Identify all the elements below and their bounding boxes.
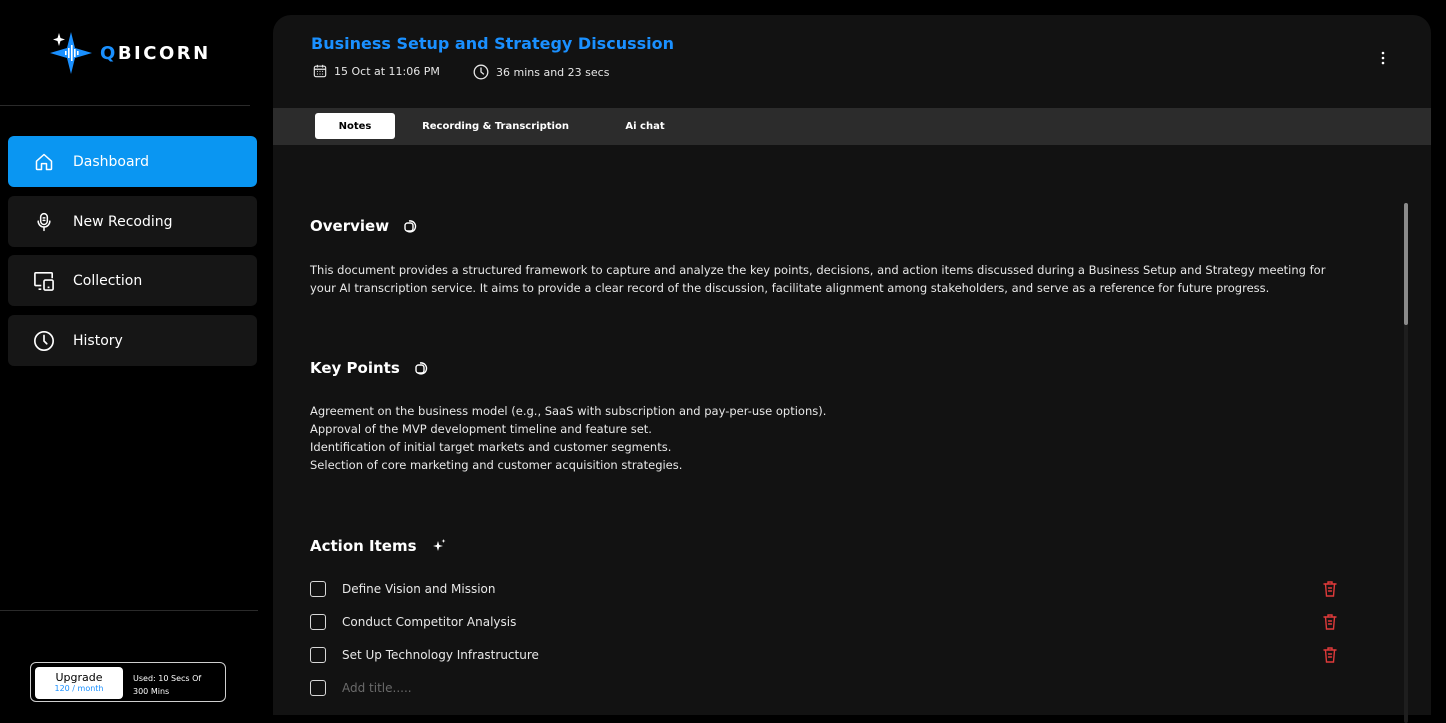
trash-icon[interactable] [1322, 613, 1338, 631]
brand-logo[interactable]: QBICORN [48, 30, 211, 76]
copy-icon[interactable] [414, 359, 432, 377]
scrollbar-thumb[interactable] [1404, 203, 1408, 325]
copy-icon[interactable] [403, 217, 421, 235]
add-action-item-checkbox[interactable] [310, 680, 326, 696]
meeting-duration-text: 36 mins and 23 secs [496, 65, 610, 79]
list-item: Approval of the MVP development timeline… [310, 422, 652, 436]
list-item: Selection of core marketing and customer… [310, 458, 683, 472]
clock-icon [473, 64, 489, 80]
home-icon [32, 150, 56, 174]
add-action-item-row [310, 678, 1340, 698]
trash-icon[interactable] [1322, 580, 1338, 598]
sparkle-logo-icon [50, 32, 92, 74]
sidebar-item-collection[interactable]: Collection [8, 255, 257, 306]
clock-icon [32, 329, 56, 353]
sidebar-item-new-recording[interactable]: New Recoding [8, 196, 257, 247]
action-item-checkbox[interactable] [310, 614, 326, 630]
sidebar-item-dashboard[interactable]: Dashboard [8, 136, 257, 187]
usage-text: Used: 10 Secs Of 300 Mins [133, 667, 201, 698]
action-item-row: Define Vision and Mission [310, 579, 1340, 599]
overview-title: Overview [310, 217, 390, 235]
tab-recording-transcription[interactable]: Recording & Transcription [413, 113, 578, 139]
sidebar-item-label: Dashboard [73, 153, 149, 170]
action-item-checkbox[interactable] [310, 647, 326, 663]
brand-name: QBICORN [100, 43, 211, 64]
action-item-label: Conduct Competitor Analysis [342, 615, 517, 629]
meeting-title: Business Setup and Strategy Discussion [311, 34, 674, 53]
list-item: Agreement on the business model (e.g., S… [310, 404, 827, 418]
upgrade-label: Upgrade [55, 671, 103, 684]
meeting-date: 15 Oct at 11:06 PM [313, 64, 440, 78]
usage-line: 300 Mins [133, 687, 170, 696]
upgrade-button[interactable]: Upgrade 120 / month [35, 667, 123, 699]
tab-notes[interactable]: Notes [315, 113, 395, 139]
more-options-icon[interactable] [1375, 49, 1391, 67]
overview-text: This document provides a structured fram… [310, 263, 1326, 295]
upgrade-price: 120 / month [54, 684, 104, 693]
usage-line: Used: 10 Secs Of [133, 674, 202, 683]
meeting-panel: Business Setup and Strategy Discussion 1… [273, 15, 1431, 723]
microphone-icon [32, 210, 56, 234]
sidebar-divider [0, 610, 258, 611]
tab-bar: Notes Recording & Transcription Ai chat [273, 108, 1431, 145]
list-item: Identification of initial target markets… [310, 440, 672, 454]
meeting-date-text: 15 Oct at 11:06 PM [334, 64, 440, 78]
sparkle-icon[interactable] [431, 538, 447, 554]
overview-heading: Overview [310, 217, 421, 235]
tab-ai-chat[interactable]: Ai chat [603, 113, 687, 139]
action-item-label: Set Up Technology Infrastructure [342, 648, 539, 662]
action-item-label: Define Vision and Mission [342, 582, 496, 596]
action-items-title: Action Items [310, 537, 417, 555]
meeting-duration: 36 mins and 23 secs [473, 64, 609, 80]
sidebar-item-label: History [73, 332, 123, 349]
sidebar-divider [0, 105, 250, 106]
action-items-heading: Action Items [310, 537, 447, 555]
key-points-list: Agreement on the business model (e.g., S… [310, 402, 1340, 474]
sidebar-item-label: Collection [73, 272, 143, 289]
action-item-row: Conduct Competitor Analysis [310, 612, 1340, 632]
devices-icon [32, 269, 56, 293]
key-points-title: Key Points [310, 359, 400, 377]
key-points-heading: Key Points [310, 359, 432, 377]
calendar-icon [313, 64, 327, 78]
sidebar: QBICORN Dashboard New Recoding Collectio… [0, 0, 272, 702]
sidebar-item-history[interactable]: History [8, 315, 257, 366]
action-item-row: Set Up Technology Infrastructure [310, 645, 1340, 665]
usage-panel: Upgrade 120 / month Used: 10 Secs Of 300… [30, 662, 226, 702]
sidebar-item-label: New Recoding [73, 213, 173, 230]
brand-name-rest: BICORN [117, 42, 211, 64]
trash-icon[interactable] [1322, 646, 1338, 664]
brand-name-accent: Q [100, 42, 118, 64]
action-item-checkbox[interactable] [310, 581, 326, 597]
